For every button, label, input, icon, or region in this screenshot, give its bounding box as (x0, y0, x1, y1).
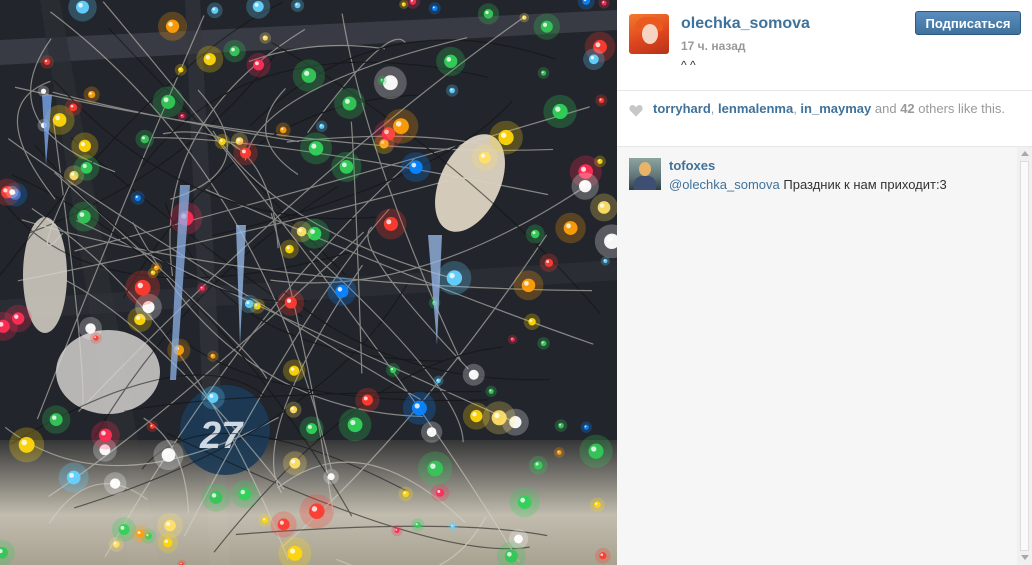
scroll-down-icon[interactable] (1021, 555, 1029, 560)
scroll-up-icon[interactable] (1021, 151, 1029, 156)
likes-section: torryhard, lenmalenma, in_maymay and 42 … (617, 91, 1032, 147)
post-photo[interactable]: 27 (0, 0, 617, 565)
liker-link[interactable]: torryhard (653, 101, 711, 116)
likes-and-word: and (874, 101, 897, 116)
post-timestamp: 17 ч. назад (681, 39, 746, 53)
post-details-panel: olechka_somova 17 ч. назад ^ ^ Подписать… (617, 0, 1032, 565)
comments-scrollbar[interactable] (1017, 147, 1032, 565)
likes-text: torryhard, lenmalenma, in_maymay and 42 … (653, 101, 1005, 116)
scroll-thumb[interactable] (1020, 161, 1029, 551)
commenter-username[interactable]: tofoxes (669, 158, 715, 173)
comment-body: Праздник к нам приходит:3 (783, 177, 947, 192)
comment-item: tofoxes @olechka_somova Праздник к нам п… (617, 147, 1017, 207)
christmas-lights-image: 27 (0, 0, 617, 565)
likes-suffix: others like this. (918, 101, 1005, 116)
post-caption: ^ ^ (681, 58, 696, 72)
post-header: olechka_somova 17 ч. назад ^ ^ Подписать… (617, 0, 1032, 91)
follow-button[interactable]: Подписаться (915, 11, 1021, 35)
author-avatar[interactable] (629, 14, 669, 54)
author-username-link[interactable]: olechka_somova (681, 15, 810, 33)
comment-mention-link[interactable]: @olechka_somova (669, 177, 780, 192)
liker-link[interactable]: lenmalenma (718, 101, 793, 116)
heart-icon[interactable] (629, 104, 643, 117)
likes-count[interactable]: 42 (900, 101, 914, 116)
commenter-avatar[interactable] (629, 158, 661, 190)
liker-link[interactable]: in_maymay (800, 101, 871, 116)
comment-text: @olechka_somova Праздник к нам приходит:… (669, 177, 947, 192)
comments-list: tofoxes @olechka_somova Праздник к нам п… (617, 147, 1032, 565)
